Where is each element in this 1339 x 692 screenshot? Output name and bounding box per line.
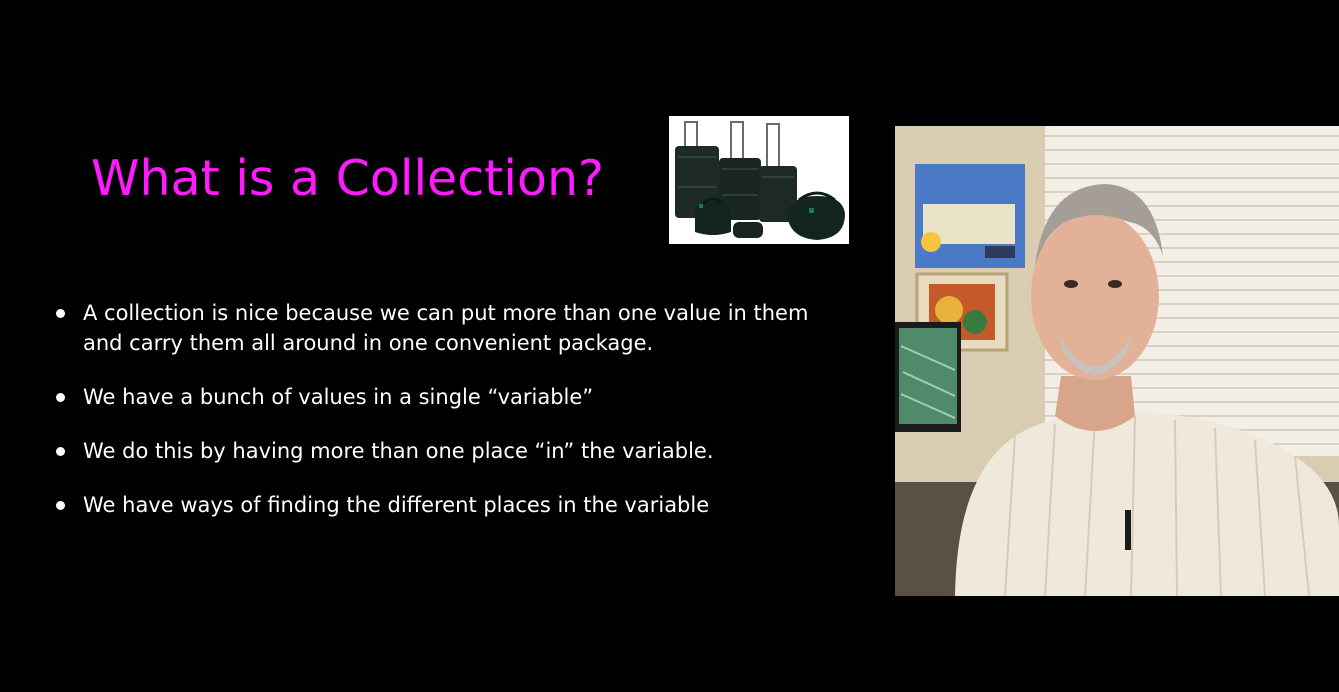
slide-title: What is a Collection?: [91, 150, 605, 207]
bullet-dot-icon: [56, 447, 65, 456]
bullet-item: A collection is nice because we can put …: [50, 298, 830, 358]
bullet-list: A collection is nice because we can put …: [50, 298, 830, 544]
luggage-set-image: [669, 116, 849, 244]
bullet-text: We have a bunch of values in a single “v…: [83, 385, 594, 409]
bullet-dot-icon: [56, 501, 65, 510]
bullet-dot-icon: [56, 393, 65, 402]
bullet-text: We have ways of finding the different pl…: [83, 493, 710, 517]
luggage-illustration: [675, 121, 845, 240]
bullet-item: We have a bunch of values in a single “v…: [50, 382, 830, 412]
bullet-text: We do this by having more than one place…: [83, 439, 714, 463]
speaker-video-feed: [895, 126, 1339, 596]
bullet-dot-icon: [56, 309, 65, 318]
bullet-item: We have ways of finding the different pl…: [50, 490, 830, 520]
bullet-item: We do this by having more than one place…: [50, 436, 830, 466]
presentation-slide: What is a Collection? A collection is ni…: [0, 0, 1339, 692]
bullet-text: A collection is nice because we can put …: [83, 301, 809, 355]
speaker-video-illustration: [895, 126, 1339, 596]
